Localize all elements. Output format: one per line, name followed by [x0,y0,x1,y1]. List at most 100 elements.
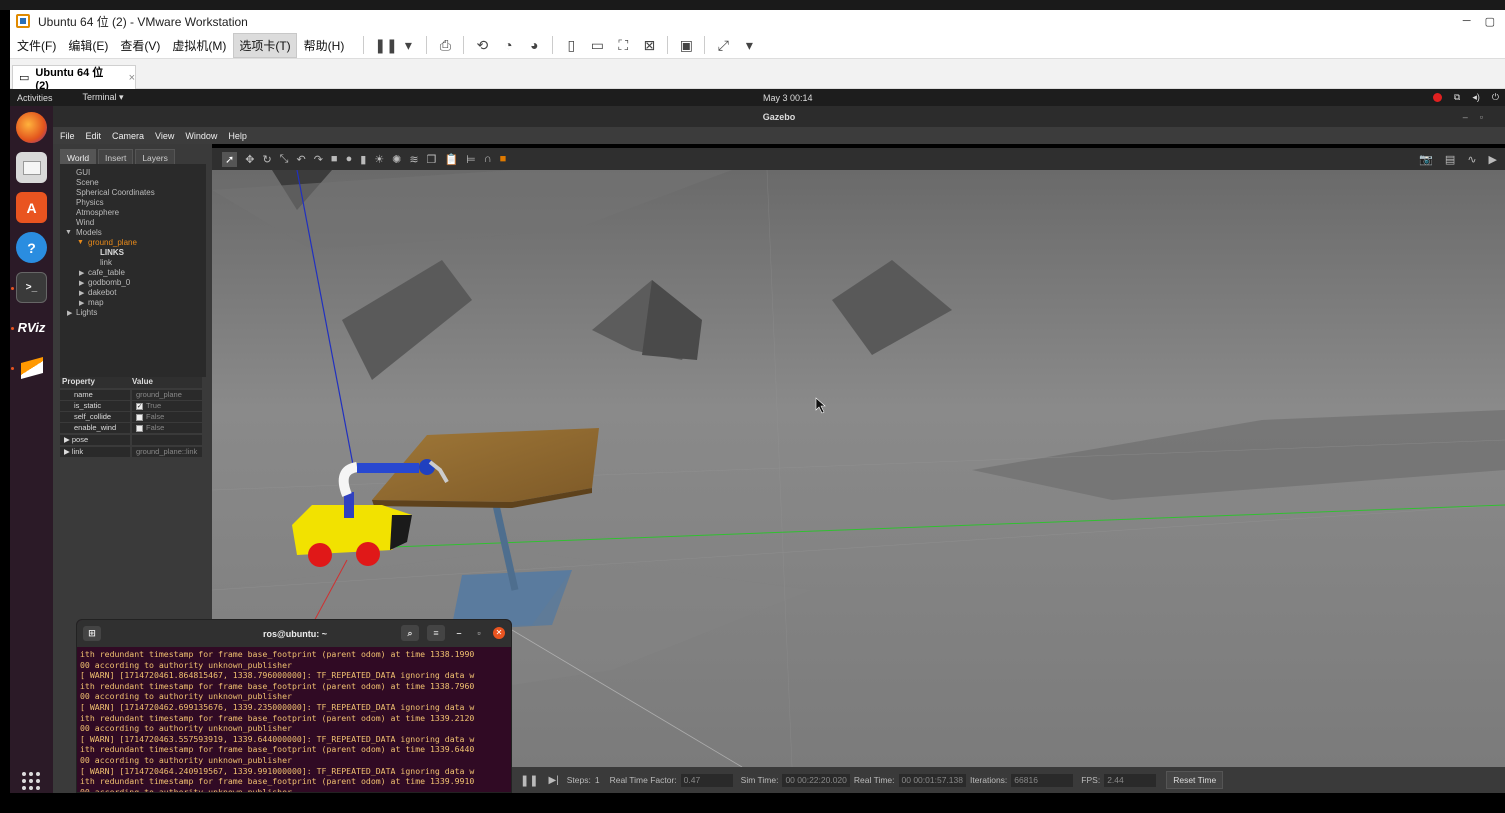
software-icon[interactable]: A [16,192,47,223]
snapshot-manager-icon[interactable]: ◕ [526,37,542,53]
collapse-arrow-icon[interactable]: ▶ [79,279,84,287]
menu-vm[interactable]: 虚拟机(M) [167,34,231,57]
expand-arrow-icon[interactable]: ▼ [77,239,84,246]
checkbox[interactable] [136,413,143,421]
snapshot-icon[interactable]: ⟲ [474,37,490,53]
gazebo-window-controls[interactable]: –▫ [1463,112,1495,122]
change-view-icon[interactable]: ■ [500,153,507,165]
paste-icon[interactable]: 📋 [444,153,458,166]
translate-mode-icon[interactable]: ✥ [245,153,254,166]
tree-item-atmosphere[interactable]: Atmosphere [76,208,119,217]
console-icon[interactable]: ▣ [678,37,694,53]
help-icon[interactable]: ? [16,232,47,263]
fullscreen-icon[interactable]: ⤢ [715,37,731,53]
system-tray[interactable]: ⧉ ◂) ⏻ [1432,92,1499,103]
collapse-arrow-icon[interactable]: ▶ [79,289,84,297]
tree-item-wind[interactable]: Wind [76,218,94,227]
rviz-icon[interactable]: RViz [16,312,47,343]
unity-icon[interactable]: ⊠ [641,37,657,53]
tree-item-physics[interactable]: Physics [76,198,104,207]
reset-time-button[interactable]: Reset Time [1166,771,1224,789]
gz-menu-file[interactable]: File [60,131,75,141]
gz-menu-help[interactable]: Help [228,131,247,141]
align-icon[interactable]: ⊨ [466,153,476,166]
tree-item-models[interactable]: Models [76,228,102,237]
collapse-arrow-icon[interactable]: ▶ [79,299,84,307]
tab-close-icon[interactable]: × [129,72,135,84]
clock[interactable]: May 3 00:14 [763,93,813,103]
send-keys-icon[interactable]: ⎙ [437,37,453,53]
close-icon[interactable]: ✕ [493,627,505,639]
terminal-icon[interactable]: >_ [16,272,47,303]
gz-menu-edit[interactable]: Edit [86,131,102,141]
terminal-window[interactable]: ⊞ ros@ubuntu: ~ ⌕ ≡ – ▫ ✕ ith redundant … [76,619,512,793]
tree-item-ground-plane[interactable]: ground_plane [88,238,137,247]
cylinder-icon[interactable]: ▮ [360,153,366,166]
expand-arrow-icon[interactable]: ▼ [65,229,72,236]
menu-view[interactable]: 查看(V) [115,34,165,57]
pause-icon[interactable]: ❚❚ [374,37,397,53]
step-icon[interactable]: ▶| [548,775,558,786]
prop-row-link[interactable]: ▶ link ground_plane::link [60,447,202,457]
select-mode-icon[interactable]: ➚ [222,151,238,167]
plot-icon[interactable]: ∿ [1467,153,1476,166]
box-icon[interactable]: ■ [331,153,338,165]
spot-light-icon[interactable]: ✺ [392,153,401,166]
vm-tab[interactable]: ▭ Ubuntu 64 位 (2) × [12,65,136,92]
show-apps-icon[interactable] [22,772,40,790]
menu-file[interactable]: 文件(F) [12,34,61,57]
menu-help[interactable]: 帮助(H) [299,34,350,57]
dropdown-icon[interactable]: ▾ [400,37,416,53]
tree-item-lights[interactable]: Lights [76,308,97,317]
menu-edit[interactable]: 编辑(E) [63,34,113,57]
redo-icon[interactable]: ↷ [314,153,323,166]
undo-icon[interactable]: ↶ [296,153,305,166]
terminal-output[interactable]: ith redundant timestamp for frame base_f… [80,649,510,792]
revert-snapshot-icon[interactable]: ◔ [500,37,516,53]
sphere-icon[interactable]: ● [346,153,353,165]
fit-guest-icon[interactable]: ⛶ [615,37,631,53]
gz-menu-window[interactable]: Window [185,131,217,141]
collapse-arrow-icon[interactable]: ▶ [67,309,72,317]
maximize-icon[interactable]: ▢ [1485,15,1495,28]
collapse-arrow-icon[interactable]: ▶ [79,269,84,277]
prop-row-pose[interactable]: ▶ pose [60,435,202,445]
sidebar-toggle-icon[interactable]: ▯ [563,37,579,53]
activities-button[interactable]: Activities [17,93,53,103]
tree-item-scene[interactable]: Scene [76,178,99,187]
gz-menu-view[interactable]: View [155,131,174,141]
scale-mode-icon[interactable]: ⤡ [280,153,289,166]
tree-item-link[interactable]: link [100,258,112,267]
tree-item-spherical[interactable]: Spherical Coordinates [76,188,155,197]
sublime-icon[interactable] [16,352,47,383]
fullscreen-dropdown-icon[interactable]: ▾ [741,37,757,53]
maximize-icon[interactable]: ▫ [473,628,485,638]
tree-item-dakebot[interactable]: dakebot [88,288,116,297]
log-icon[interactable]: ▤ [1445,153,1455,166]
files-icon[interactable] [16,152,47,183]
recording-icon[interactable] [1432,93,1442,102]
menu-tabs[interactable]: 选项卡(T) [233,32,297,58]
play-pause-icon[interactable]: ❚❚ [520,774,538,787]
point-light-icon[interactable]: ☀ [374,153,384,166]
tree-item-cafe-table[interactable]: cafe_table [88,268,125,277]
gz-menu-camera[interactable]: Camera [112,131,144,141]
rotate-mode-icon[interactable]: ↻ [262,153,271,166]
snap-icon[interactable]: ∩ [484,153,492,165]
video-record-icon[interactable]: ▶ [1489,153,1497,166]
hamburger-menu-icon[interactable]: ≡ [427,625,445,641]
tree-item-map[interactable]: map [88,298,104,307]
minimize-icon[interactable]: ─ [1463,15,1471,28]
tree-item-godbomb[interactable]: godbomb_0 [88,278,130,287]
checkbox-checked[interactable]: ✓ [136,402,143,410]
copy-icon[interactable]: ❐ [427,153,437,166]
app-menu[interactable]: Terminal ▾ [83,92,124,103]
directional-light-icon[interactable]: ≋ [409,153,418,166]
steps-value[interactable]: 1 [595,775,600,785]
thumbnail-bar-icon[interactable]: ▭ [589,37,605,53]
checkbox[interactable] [136,424,143,432]
screenshot-icon[interactable]: 📷 [1419,153,1433,166]
new-tab-icon[interactable]: ⊞ [83,626,101,641]
firefox-icon[interactable] [16,112,47,143]
minimize-icon[interactable]: – [453,628,465,638]
